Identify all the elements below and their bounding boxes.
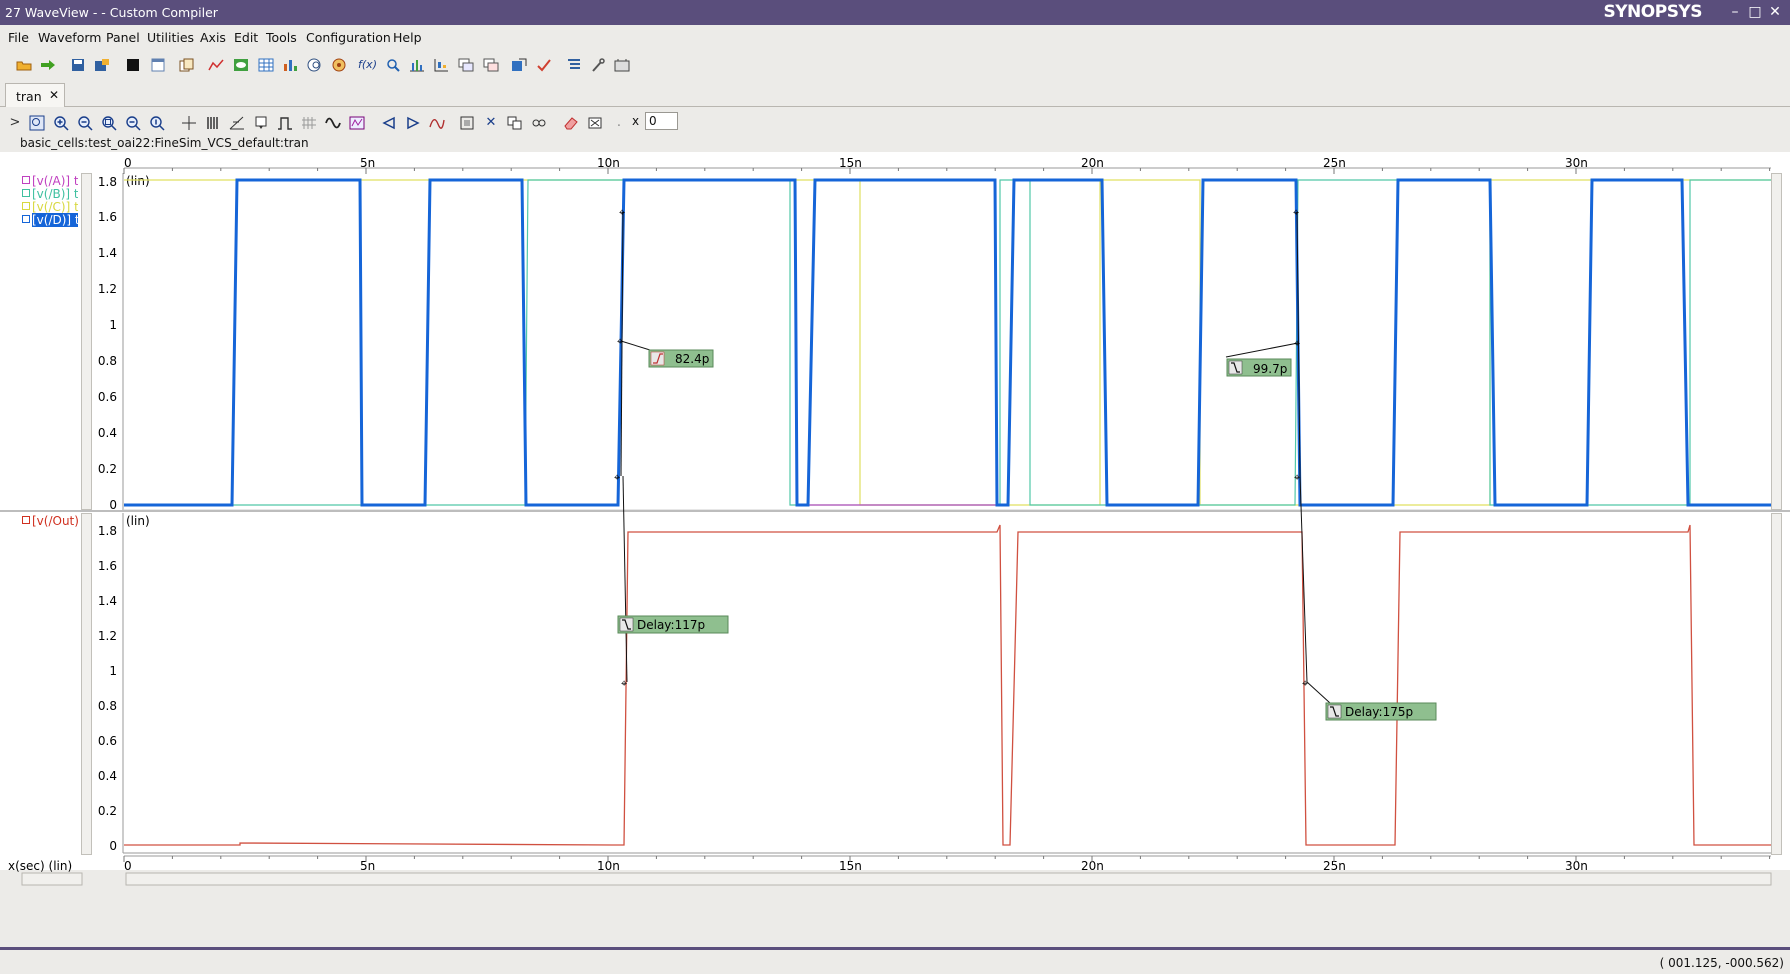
top-x-tick-label: 15n <box>839 156 862 170</box>
top-scale-label: (lin) <box>126 174 150 188</box>
top-x-tick-label: 5n <box>360 156 375 170</box>
bottom-x-tick-label: 5n <box>360 859 375 873</box>
bottom-y-tick-label: 1.4 <box>98 594 117 608</box>
bottom-y-tick-label: 1.2 <box>98 629 117 643</box>
signal-b-trace <box>124 179 1771 506</box>
x-axis-label: x(sec) (lin) <box>8 859 72 873</box>
status-bar: ( 001.125, -000.562) <box>0 947 1790 974</box>
marker-point-icon: ⌖ <box>1302 677 1308 690</box>
bottom-y-tick-label: 0.8 <box>98 699 117 713</box>
fall-time-label: 99.7p <box>1253 362 1287 376</box>
top-y-tick-label: 1.8 <box>98 175 117 189</box>
top-y-tick-label: 1.2 <box>98 282 117 296</box>
cursor-coordinates: ( 001.125, -000.562) <box>1659 956 1784 970</box>
bottom-y-tick-label: 1 <box>109 664 117 678</box>
top-y-tick-label: 0.6 <box>98 390 117 404</box>
top-y-tick-label: 0 <box>109 498 117 512</box>
delay-marker-2[interactable]: ⌖ Delay:175p <box>1299 475 1437 721</box>
top-x-tick-label: 30n <box>1565 156 1588 170</box>
delay-marker-1[interactable]: ⌖ Delay:117p <box>617 475 729 690</box>
bottom-y-axis: 1.8 1.6 1.4 1.2 1 0.8 0.6 0.4 0.2 0 <box>98 524 117 853</box>
delay-label-2: Delay:175p <box>1345 705 1413 719</box>
fall-time-marker[interactable]: ⌖ ⌖ ⌖ 99.7p <box>1225 206 1301 484</box>
signal-d-trace <box>124 178 1771 507</box>
top-y-tick-label: 0.2 <box>98 462 117 476</box>
delay-label-1: Delay:117p <box>637 618 705 632</box>
rise-time-marker[interactable]: ⌖ ⌖ ⌖ 82.4p <box>614 206 714 484</box>
marker-point-icon: ⌖ <box>614 471 620 484</box>
bottom-y-tick-label: 1.6 <box>98 559 117 573</box>
top-y-tick-label: 0.8 <box>98 354 117 368</box>
bottom-y-tick-label: 0.4 <box>98 769 117 783</box>
marker-point-icon: ⌖ <box>1293 206 1299 219</box>
legend-hscroll[interactable] <box>21 872 83 886</box>
top-x-tick-label: 25n <box>1323 156 1346 170</box>
top-y-tick-label: 1 <box>109 318 117 332</box>
timeline-hscroll[interactable] <box>125 872 1772 886</box>
top-x-tick-label: 10n <box>597 156 620 170</box>
marker-point-icon: ⌖ <box>621 677 627 690</box>
top-y-axis: 1.8 1.6 1.4 1.2 1 0.8 0.6 0.4 0.2 0 <box>98 175 117 512</box>
bottom-y-tick-label: 1.8 <box>98 524 117 538</box>
marker-point-icon: ⌖ <box>617 335 623 348</box>
top-waveforms <box>124 178 1771 507</box>
top-y-tick-label: 1.4 <box>98 246 117 260</box>
top-y-tick-label: 1.6 <box>98 210 117 224</box>
marker-point-icon: ⌖ <box>619 206 625 219</box>
top-y-tick-label: 0.4 <box>98 426 117 440</box>
top-x-tick-label: 20n <box>1081 156 1104 170</box>
signal-c-trace <box>124 179 1771 506</box>
bottom-y-tick-label: 0.2 <box>98 804 117 818</box>
marker-point-icon: ⌖ <box>1294 471 1300 484</box>
bottom-y-tick-label: 0.6 <box>98 734 117 748</box>
bottom-scale-label: (lin) <box>126 514 150 528</box>
bottom-x-tick-label: 0 <box>124 859 132 873</box>
bottom-x-axis: 0 5n 10n 15n 20n 25n 30n <box>124 859 1588 873</box>
bottom-y-tick-label: 0 <box>109 839 117 853</box>
signal-out-trace <box>124 524 1771 846</box>
rise-time-label: 82.4p <box>675 352 709 366</box>
waveform-plots: 0 5n 10n 15n 20n 25n 30n (lin) 1.8 1.6 1… <box>0 156 1790 886</box>
marker-point-icon: ⌖ <box>1294 337 1300 350</box>
top-x-tick-label: 0 <box>124 156 132 170</box>
